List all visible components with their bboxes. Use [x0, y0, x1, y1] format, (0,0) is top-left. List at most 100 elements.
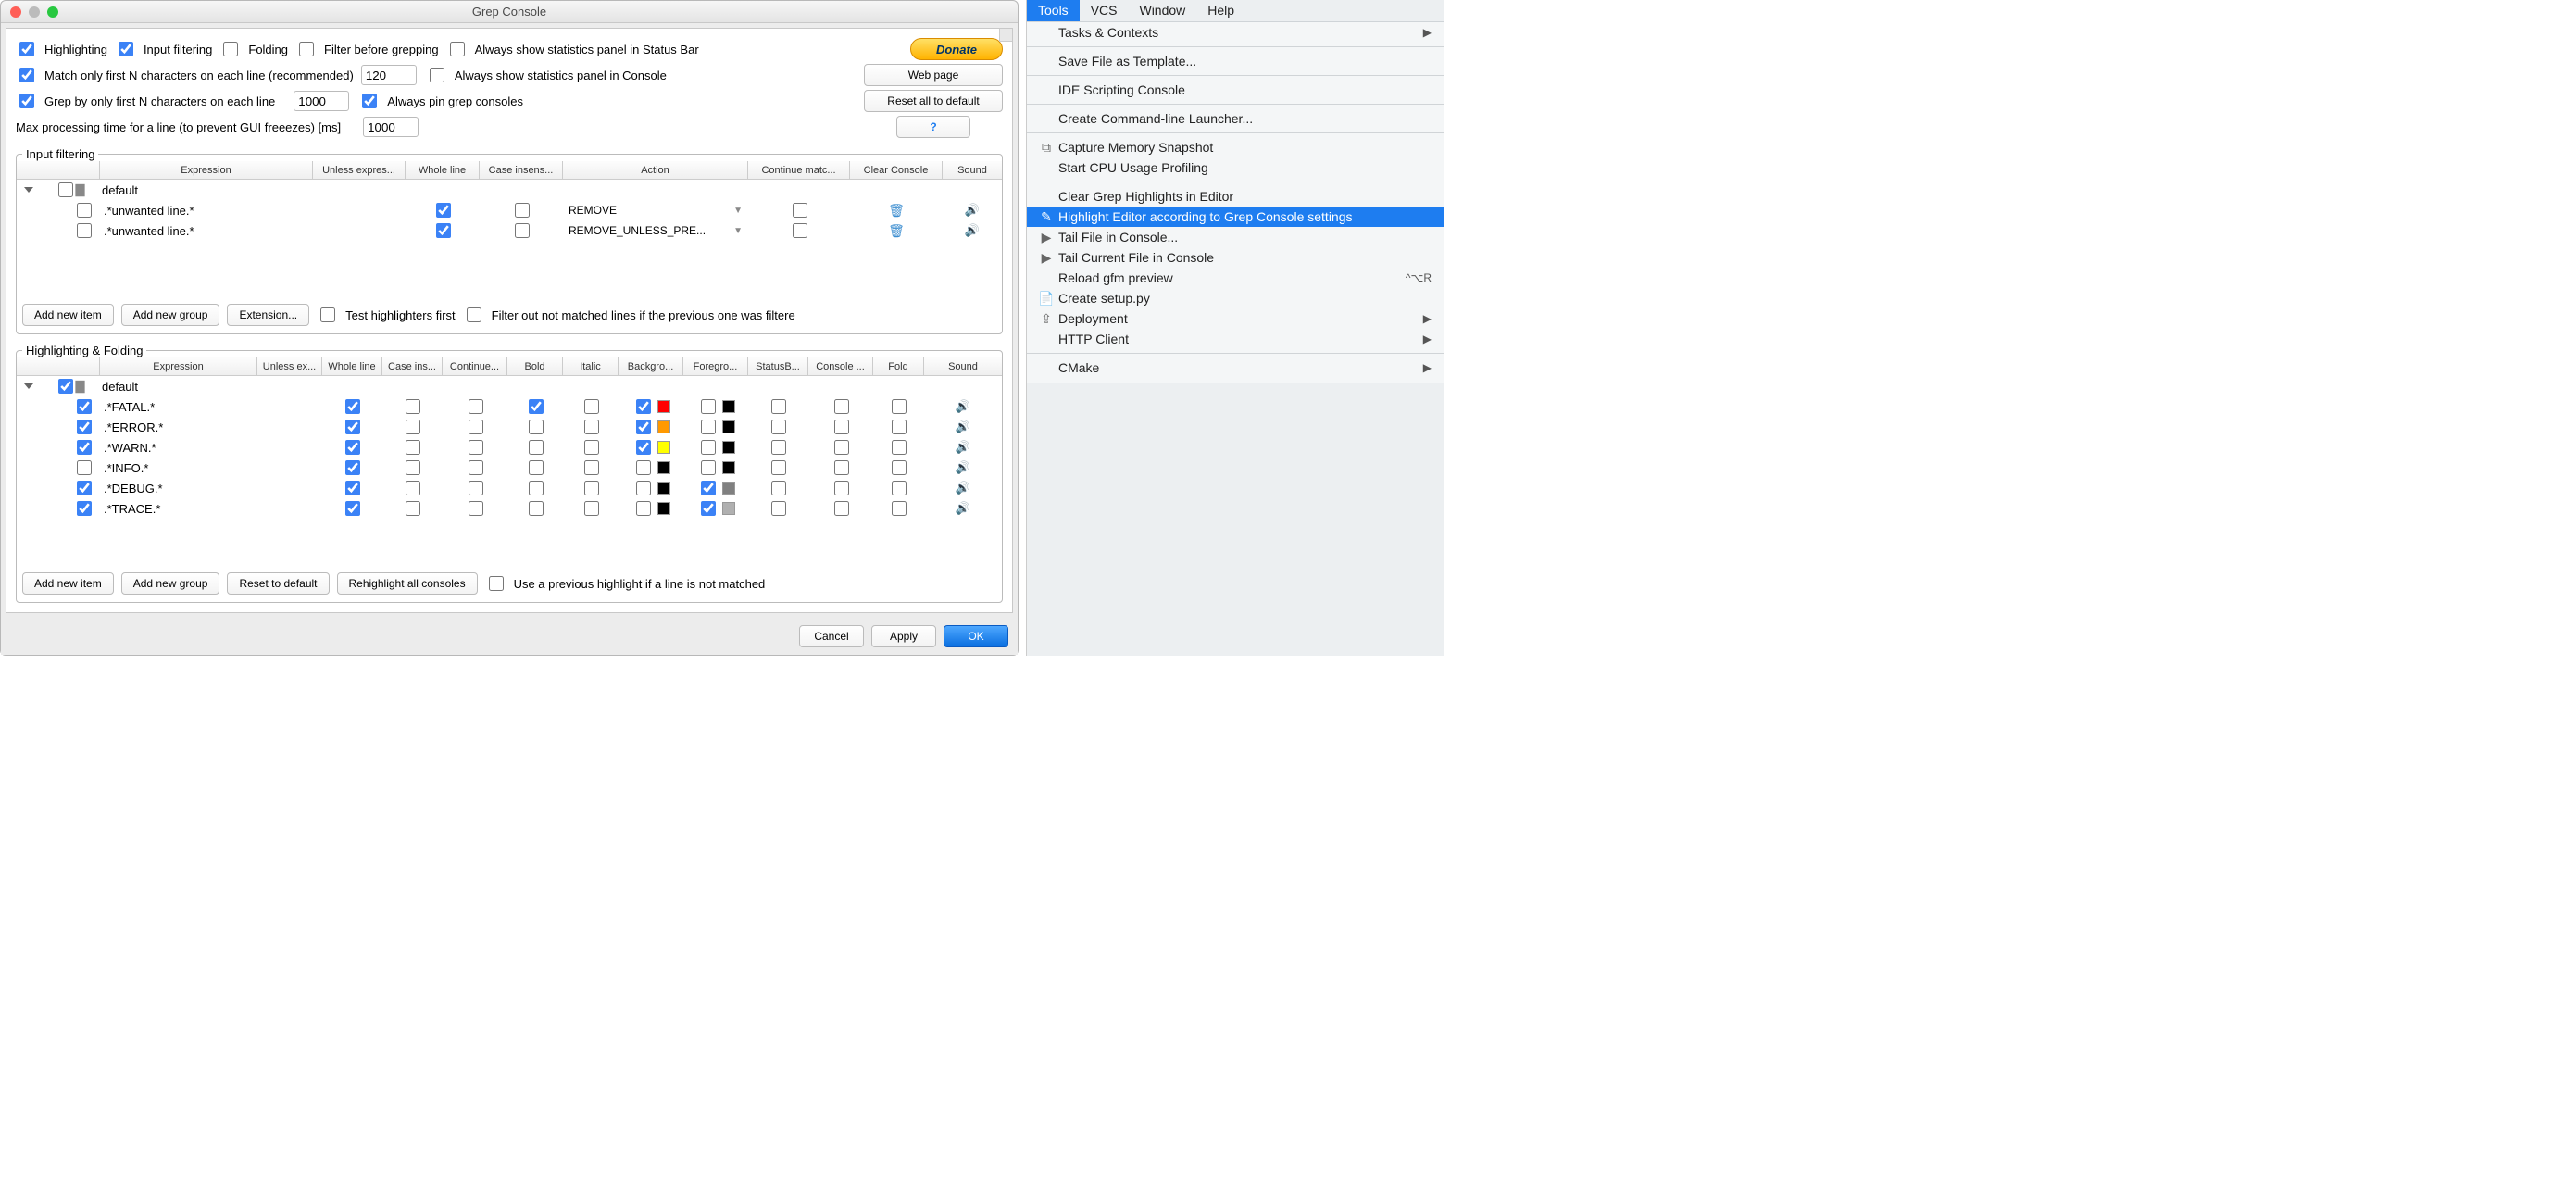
menu-item[interactable]: 📄Create setup.py: [1027, 288, 1444, 308]
case-insensitive-checkbox[interactable]: [515, 223, 530, 238]
use-previous-checkbox[interactable]: [489, 576, 504, 591]
foreground-swatch[interactable]: [722, 482, 735, 495]
case-insensitive-checkbox[interactable]: [406, 440, 420, 455]
table-row[interactable]: .*INFO.*🔊: [17, 458, 1002, 478]
menu-item[interactable]: Create Command-line Launcher...: [1027, 108, 1444, 129]
table-row[interactable]: .*unwanted line.*REMOVE_UNLESS_PRE...▼🗑🔊: [17, 220, 1002, 241]
whole-line-checkbox[interactable]: [345, 420, 360, 434]
background-swatch[interactable]: [657, 420, 670, 433]
italic-checkbox[interactable]: [584, 420, 599, 434]
test-highlighters-first-checkbox[interactable]: [320, 307, 335, 322]
sound-icon[interactable]: 🔊: [956, 501, 970, 516]
menu-item[interactable]: ⇪Deployment▶: [1027, 308, 1444, 329]
fold-checkbox[interactable]: [892, 440, 907, 455]
console-checkbox[interactable]: [834, 399, 849, 414]
console-checkbox[interactable]: [834, 481, 849, 495]
continue-checkbox[interactable]: [469, 501, 483, 516]
menu-item[interactable]: CMake▶: [1027, 357, 1444, 378]
whole-line-checkbox[interactable]: [345, 399, 360, 414]
cancel-button[interactable]: Cancel: [799, 625, 864, 647]
group-checkbox[interactable]: [58, 379, 73, 394]
trash-icon[interactable]: 🗑: [888, 223, 905, 239]
dropdown-icon[interactable]: ▼: [733, 226, 743, 236]
always-pin-checkbox[interactable]: [362, 94, 377, 108]
foreground-checkbox[interactable]: [701, 440, 716, 455]
italic-checkbox[interactable]: [584, 460, 599, 475]
case-insensitive-checkbox[interactable]: [406, 501, 420, 516]
reset-to-default-button[interactable]: Reset to default: [227, 572, 329, 595]
continue-checkbox[interactable]: [469, 460, 483, 475]
foreground-checkbox[interactable]: [701, 501, 716, 516]
row-enable-checkbox[interactable]: [77, 501, 92, 516]
menubar-vcs[interactable]: VCS: [1080, 0, 1129, 21]
grep-first-n-input[interactable]: [294, 91, 349, 111]
apply-button[interactable]: Apply: [871, 625, 936, 647]
donate-button[interactable]: Donate: [910, 38, 1003, 60]
whole-line-checkbox[interactable]: [345, 440, 360, 455]
foreground-swatch[interactable]: [722, 461, 735, 474]
menu-item[interactable]: Clear Grep Highlights in Editor: [1027, 186, 1444, 207]
whole-line-checkbox[interactable]: [436, 203, 451, 218]
menubar-tools[interactable]: Tools: [1027, 0, 1080, 21]
sound-icon[interactable]: 🔊: [956, 440, 970, 455]
ok-button[interactable]: OK: [944, 625, 1008, 647]
row-enable-checkbox[interactable]: [77, 223, 92, 238]
statusbar-checkbox[interactable]: [771, 460, 786, 475]
case-insensitive-checkbox[interactable]: [406, 460, 420, 475]
table-row[interactable]: .*TRACE.*🔊: [17, 498, 1002, 519]
console-checkbox[interactable]: [834, 460, 849, 475]
sound-icon[interactable]: 🔊: [956, 420, 970, 434]
background-swatch[interactable]: [657, 400, 670, 413]
whole-line-checkbox[interactable]: [345, 501, 360, 516]
row-enable-checkbox[interactable]: [77, 460, 92, 475]
foreground-checkbox[interactable]: [701, 420, 716, 434]
background-checkbox[interactable]: [636, 420, 651, 434]
statusbar-checkbox[interactable]: [771, 420, 786, 434]
extension-button[interactable]: Extension...: [227, 304, 309, 326]
console-checkbox[interactable]: [834, 420, 849, 434]
background-checkbox[interactable]: [636, 440, 651, 455]
continue-checkbox[interactable]: [469, 399, 483, 414]
bold-checkbox[interactable]: [529, 481, 544, 495]
row-enable-checkbox[interactable]: [77, 203, 92, 218]
menu-item[interactable]: ▶Tail File in Console...: [1027, 227, 1444, 247]
chevron-down-icon[interactable]: [24, 187, 33, 193]
add-item-button[interactable]: Add new item: [22, 572, 114, 595]
statusbar-checkbox[interactable]: [771, 481, 786, 495]
background-checkbox[interactable]: [636, 399, 651, 414]
case-insensitive-checkbox[interactable]: [515, 203, 530, 218]
console-checkbox[interactable]: [834, 440, 849, 455]
bold-checkbox[interactable]: [529, 440, 544, 455]
menu-item[interactable]: Save File as Template...: [1027, 51, 1444, 71]
bold-checkbox[interactable]: [529, 399, 544, 414]
menu-item[interactable]: ⧉Capture Memory Snapshot: [1027, 137, 1444, 157]
background-swatch[interactable]: [657, 502, 670, 515]
rehighlight-button[interactable]: Rehighlight all consoles: [337, 572, 478, 595]
statusbar-checkbox[interactable]: [771, 399, 786, 414]
grep-first-n-checkbox[interactable]: [19, 94, 34, 108]
sound-icon[interactable]: 🔊: [956, 481, 970, 495]
match-first-n-checkbox[interactable]: [19, 68, 34, 82]
sound-icon[interactable]: 🔊: [956, 460, 970, 475]
always-statusbar-checkbox[interactable]: [450, 42, 465, 56]
continue-checkbox[interactable]: [793, 203, 807, 218]
foreground-swatch[interactable]: [722, 400, 735, 413]
case-insensitive-checkbox[interactable]: [406, 399, 420, 414]
console-checkbox[interactable]: [834, 501, 849, 516]
chevron-down-icon[interactable]: [24, 383, 33, 389]
case-insensitive-checkbox[interactable]: [406, 481, 420, 495]
menubar-window[interactable]: Window: [1128, 0, 1196, 21]
foreground-checkbox[interactable]: [701, 399, 716, 414]
bold-checkbox[interactable]: [529, 420, 544, 434]
continue-checkbox[interactable]: [469, 420, 483, 434]
row-enable-checkbox[interactable]: [77, 399, 92, 414]
sound-icon[interactable]: 🔊: [965, 223, 980, 238]
fold-checkbox[interactable]: [892, 420, 907, 434]
statusbar-checkbox[interactable]: [771, 501, 786, 516]
fold-checkbox[interactable]: [892, 399, 907, 414]
italic-checkbox[interactable]: [584, 481, 599, 495]
whole-line-checkbox[interactable]: [436, 223, 451, 238]
foreground-swatch[interactable]: [722, 502, 735, 515]
whole-line-checkbox[interactable]: [345, 481, 360, 495]
case-insensitive-checkbox[interactable]: [406, 420, 420, 434]
